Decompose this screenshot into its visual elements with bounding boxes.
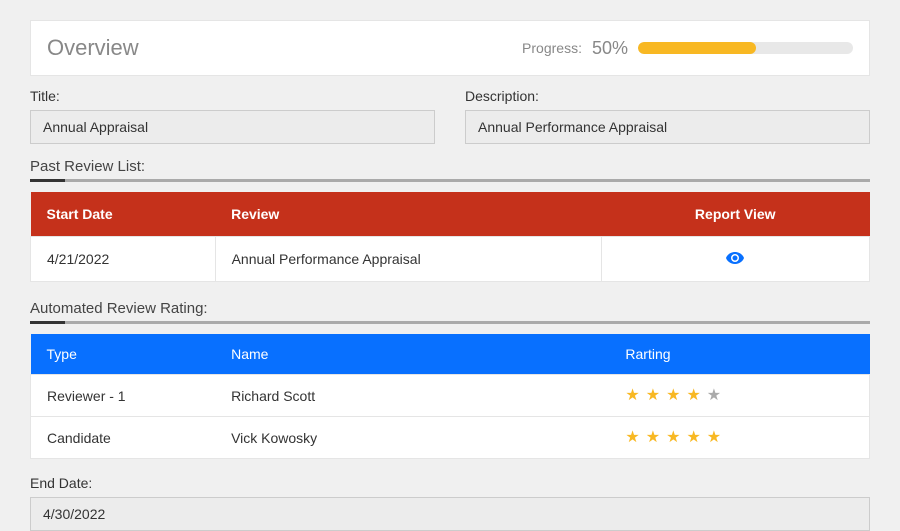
cell-review: Annual Performance Appraisal xyxy=(215,237,601,282)
star-rating: ★ ★ ★ ★ ★ xyxy=(625,388,721,404)
past-review-table: Start Date Review Report View 4/21/2022 … xyxy=(30,192,870,282)
th-report-view: Report View xyxy=(601,192,869,237)
star-icon: ★ xyxy=(686,430,700,446)
cell-name: Richard Scott xyxy=(215,375,609,417)
title-label: Title: xyxy=(30,88,435,104)
th-name: Name xyxy=(215,334,609,375)
cell-start-date: 4/21/2022 xyxy=(31,237,216,282)
rating-section-title: Automated Review Rating: xyxy=(30,300,870,324)
star-icon: ★ xyxy=(707,388,721,404)
star-icon: ★ xyxy=(666,430,680,446)
progress-bar xyxy=(638,42,853,54)
cell-name: Vick Kowosky xyxy=(215,417,609,459)
cell-report-view xyxy=(601,237,869,282)
th-type: Type xyxy=(31,334,216,375)
star-icon: ★ xyxy=(686,388,700,404)
star-icon: ★ xyxy=(646,430,660,446)
star-rating: ★ ★ ★ ★ ★ xyxy=(625,430,721,446)
th-rating: Rarting xyxy=(609,334,869,375)
star-icon: ★ xyxy=(666,388,680,404)
th-start-date: Start Date xyxy=(31,192,216,237)
title-field[interactable] xyxy=(30,110,435,144)
progress-label: Progress: xyxy=(522,40,582,56)
eye-icon[interactable] xyxy=(726,252,744,264)
cell-rating: ★ ★ ★ ★ ★ xyxy=(609,375,869,417)
table-row: CandidateVick Kowosky ★ ★ ★ ★ ★ xyxy=(31,417,870,459)
description-field[interactable] xyxy=(465,110,870,144)
table-row: 4/21/2022 Annual Performance Appraisal xyxy=(31,237,870,282)
end-date-field[interactable] xyxy=(30,497,870,531)
past-review-section-title: Past Review List: xyxy=(30,158,870,182)
description-label: Description: xyxy=(465,88,870,104)
progress-wrapper: Progress: 50% xyxy=(522,38,853,59)
progress-percent: 50% xyxy=(592,38,628,59)
end-date-label: End Date: xyxy=(30,475,870,491)
page-title: Overview xyxy=(47,35,139,61)
star-icon: ★ xyxy=(625,388,639,404)
star-icon: ★ xyxy=(646,388,660,404)
cell-rating: ★ ★ ★ ★ ★ xyxy=(609,417,869,459)
th-review: Review xyxy=(215,192,601,237)
star-icon: ★ xyxy=(707,430,721,446)
star-icon: ★ xyxy=(625,430,639,446)
cell-type: Candidate xyxy=(31,417,216,459)
cell-type: Reviewer - 1 xyxy=(31,375,216,417)
table-row: Reviewer - 1Richard Scott ★ ★ ★ ★ ★ xyxy=(31,375,870,417)
progress-fill xyxy=(638,42,756,54)
rating-table: Type Name Rarting Reviewer - 1Richard Sc… xyxy=(30,334,870,459)
overview-header: Overview Progress: 50% xyxy=(30,20,870,76)
